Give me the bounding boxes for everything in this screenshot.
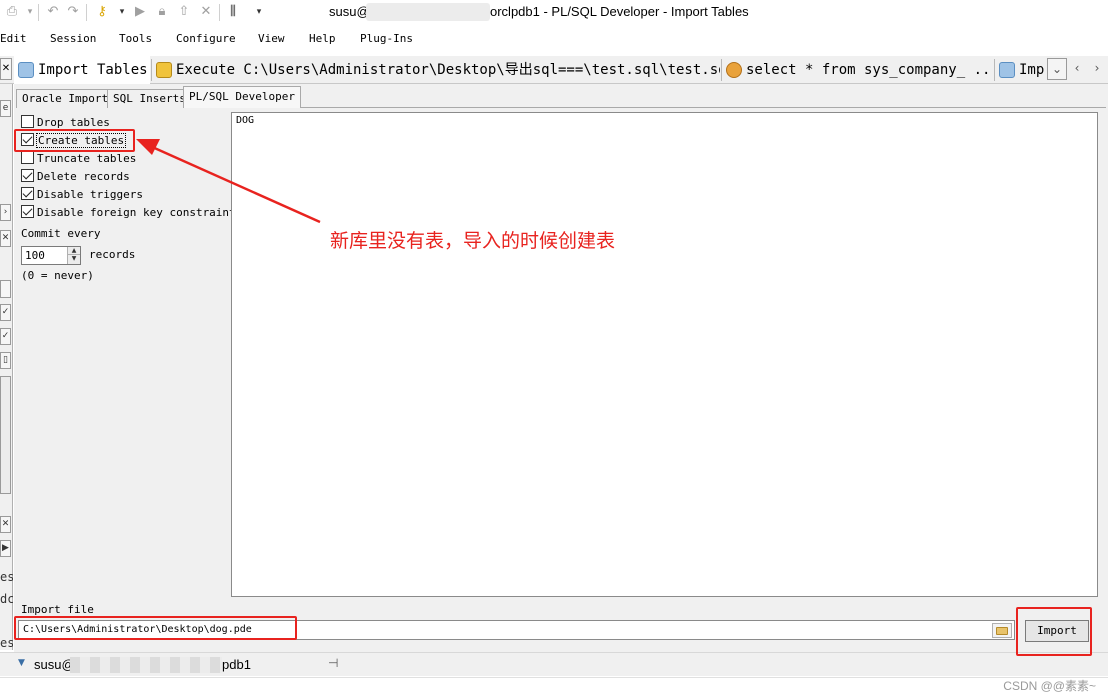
left-tool-panel: e › ✕ ✓ ✓ ▯ ✕ ▶ es dc es [0, 84, 13, 650]
disable-fk-constraints-option[interactable]: Disable foreign key constraints [21, 205, 242, 221]
menu-plugins[interactable]: Plug-Ins [360, 32, 413, 45]
import-file-label: Import file [21, 603, 94, 616]
check-icon[interactable]: ✓ [0, 328, 11, 345]
menu-configure[interactable]: Configure [176, 32, 236, 45]
chevron-down-icon[interactable]: ▾ [251, 4, 267, 20]
commit-icon[interactable]: ⇧ [176, 4, 192, 20]
import-icon [18, 62, 34, 78]
commit-every-stepper[interactable]: 100 ▲ ▼ [21, 246, 81, 265]
truncate-tables-option[interactable]: Truncate tables [21, 151, 136, 167]
lock-icon[interactable]: 🔒︎ [154, 4, 170, 20]
redacted-connection [70, 657, 222, 673]
tab-sql-window[interactable]: select * from sys_company_ ... [722, 56, 992, 84]
window-title-suffix: orclpdb1 - PL/SQL Developer - Import Tab… [490, 4, 749, 19]
close-icon[interactable]: ✕ [0, 516, 11, 533]
connection-dropdown-icon[interactable]: ▼ [18, 658, 25, 668]
stepper-buttons: ▲ ▼ [67, 247, 80, 264]
tab-list-dropdown-icon[interactable]: ⌄ [1047, 58, 1067, 80]
menu-view[interactable]: View [258, 32, 285, 45]
print-icon[interactable]: ⎙ [4, 4, 20, 20]
toolbar-separator [86, 4, 87, 21]
tab-plsql-developer[interactable]: PL/SQL Developer [183, 86, 301, 108]
truncate-tables-checkbox[interactable] [21, 151, 34, 164]
commit-every-label: Commit every [21, 227, 101, 240]
browse-file-button[interactable] [992, 623, 1012, 638]
highlight-create-tables [14, 129, 135, 152]
tab-import-tables-2[interactable]: Imp [995, 56, 1047, 84]
disable-triggers-option[interactable]: Disable triggers [21, 187, 143, 203]
panel-label: es [0, 636, 13, 650]
toolbar-separator [38, 4, 39, 21]
watermark: CSDN @@素素~ [1003, 679, 1096, 693]
pin-icon[interactable]: ⊣ [328, 656, 338, 670]
check-icon[interactable]: ✓ [0, 304, 11, 321]
commit-note: (0 = never) [21, 269, 94, 282]
stepper-down-icon[interactable]: ▼ [68, 255, 80, 263]
redo-icon[interactable]: ↷ [65, 4, 81, 20]
menu-tools[interactable]: Tools [119, 32, 152, 45]
highlight-import-button [1016, 607, 1092, 656]
menu-edit[interactable]: Edit [0, 32, 27, 45]
import-icon [999, 62, 1015, 78]
stepper-up-icon[interactable]: ▲ [68, 247, 80, 255]
window-title: susu@ [329, 4, 370, 19]
equalizer-icon[interactable]: ⫼ [225, 4, 241, 20]
break-icon[interactable]: ✕ [198, 4, 214, 20]
execute-icon[interactable]: ▶ [132, 4, 148, 20]
menu-bar: Edit Session Tools Configure View Help P… [0, 28, 1108, 50]
menu-session[interactable]: Session [50, 32, 96, 45]
menu-help[interactable]: Help [309, 32, 336, 45]
chevron-down-icon[interactable]: ▾ [114, 4, 130, 20]
table-name: DOG [236, 115, 255, 126]
toolbar-separator [219, 4, 220, 21]
disable-fk-constraints-checkbox[interactable] [21, 205, 34, 218]
title-bar: ⎙ ▾ ↶ ↷ ⚷ ▾ ▶ 🔒︎ ⇧ ✕ ⫼ ▾ susu@ orclpdb1 … [0, 0, 1108, 26]
folder-icon [996, 627, 1008, 635]
scrollbar[interactable] [0, 376, 11, 494]
import-tables-panel: Oracle Import SQL Inserts PL/SQL Develop… [14, 84, 1108, 652]
connection-status-suffix: pdb1 [222, 657, 251, 672]
tab-execute-script[interactable]: Execute C:\Users\Administrator\Desktop\导… [152, 56, 720, 84]
tables-list[interactable]: DOG [231, 112, 1098, 597]
highlight-import-file [14, 616, 297, 640]
panel-button[interactable]: e [0, 100, 11, 117]
chevron-down-icon[interactable]: ▾ [22, 4, 38, 20]
tab-oracle-import[interactable]: Oracle Import [16, 89, 115, 108]
delete-records-option[interactable]: Delete records [21, 169, 130, 185]
connection-status[interactable]: susu@ [34, 657, 75, 672]
undo-icon[interactable]: ↶ [45, 4, 61, 20]
drop-tables-checkbox[interactable] [21, 115, 34, 128]
close-icon[interactable]: ✕ [0, 230, 11, 247]
commit-every-value[interactable]: 100 [25, 248, 45, 264]
delete-records-checkbox[interactable] [21, 169, 34, 182]
annotation-text: 新库里没有表，导入的时候创建表 [330, 230, 616, 252]
disable-triggers-checkbox[interactable] [21, 187, 34, 200]
close-icon[interactable]: ✕ [0, 58, 12, 80]
panel-button[interactable] [0, 280, 11, 298]
chevron-right-icon[interactable]: › [1087, 58, 1107, 80]
key-icon[interactable]: ⚷ [94, 4, 110, 20]
redacted-connection [366, 3, 490, 21]
panel-label: es [0, 570, 13, 584]
records-label: records [89, 248, 136, 261]
status-bar: ▼ susu@ pdb1 ⊣ [0, 652, 1108, 676]
tab-sql-inserts[interactable]: SQL Inserts [107, 89, 192, 108]
document-icon[interactable]: ▯ [0, 352, 11, 369]
panel-label: dc [0, 592, 13, 606]
sql-window-icon [726, 62, 742, 78]
execute-icon[interactable]: ▶ [0, 540, 11, 557]
script-icon [156, 62, 172, 78]
bottom-strip [0, 677, 1108, 699]
chevron-left-icon[interactable]: ‹ [1067, 58, 1087, 80]
tab-import-tables[interactable]: Import Tables [14, 56, 150, 84]
chevron-right-icon[interactable]: › [0, 204, 11, 221]
document-tab-strip: ✕ Import Tables Execute C:\Users\Adminis… [0, 56, 1108, 84]
